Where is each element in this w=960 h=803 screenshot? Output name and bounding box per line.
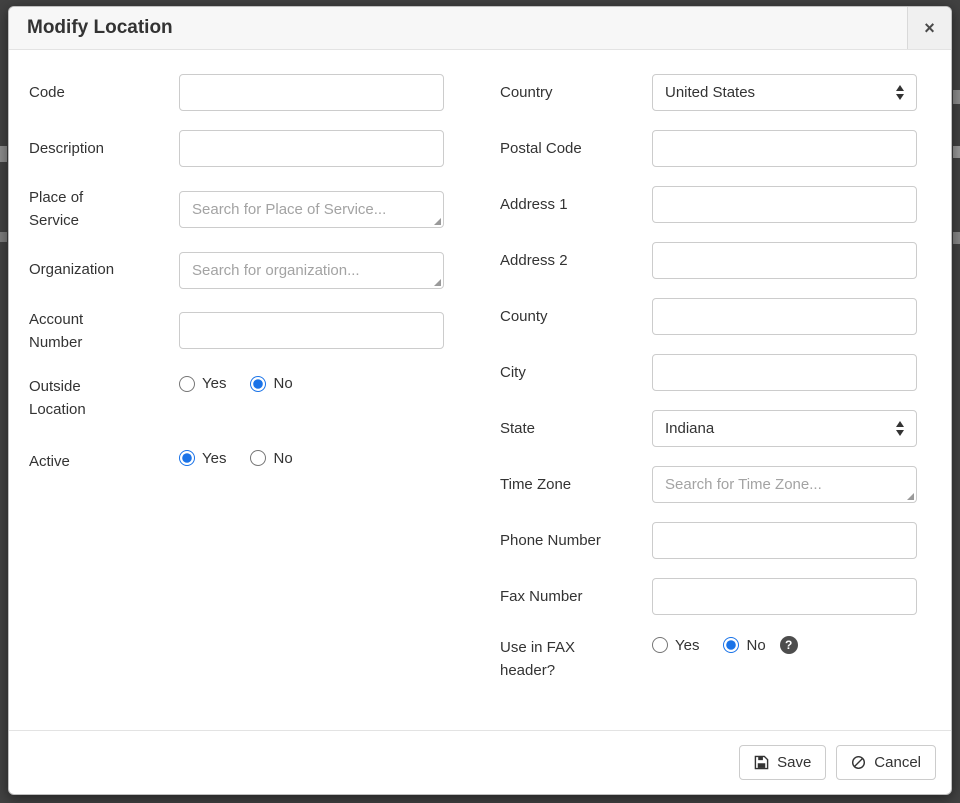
use-in-fax-header-yes-option[interactable]: Yes — [652, 637, 699, 654]
use-in-fax-header-radio-group: Yes No ? — [652, 636, 931, 654]
fax-number-input[interactable] — [652, 578, 917, 615]
organization-label: Organization — [29, 258, 134, 281]
time-zone-combobox — [652, 466, 917, 503]
active-no-option[interactable]: No — [250, 450, 292, 467]
postal-code-label: Postal Code — [500, 137, 626, 160]
field-row-active: Active Yes No — [29, 448, 460, 473]
outside-location-label: Outside Location — [29, 375, 134, 422]
county-input[interactable] — [652, 298, 917, 335]
field-row-phone-number: Phone Number — [500, 522, 931, 559]
country-select-value: United States — [665, 84, 755, 101]
field-row-account-number: Account Number — [29, 308, 460, 355]
form-column-right: Country United States Postal Code Addres… — [500, 74, 931, 709]
field-row-county: County — [500, 298, 931, 335]
account-number-input[interactable] — [179, 312, 444, 349]
field-row-description: Description — [29, 130, 460, 167]
updown-arrows-icon — [896, 421, 904, 436]
use-in-fax-header-no-label: No — [746, 637, 765, 654]
country-select[interactable]: United States — [652, 74, 917, 111]
background-page-fragment — [0, 232, 7, 242]
use-in-fax-header-no-option[interactable]: No — [723, 637, 765, 654]
county-label: County — [500, 305, 626, 328]
state-select-value: Indiana — [665, 420, 714, 437]
address1-label: Address 1 — [500, 193, 626, 216]
field-row-organization: Organization — [29, 252, 460, 289]
active-no-label: No — [273, 450, 292, 467]
dialog-header: Modify Location × — [9, 7, 951, 50]
field-row-postal-code: Postal Code — [500, 130, 931, 167]
field-row-state: State Indiana — [500, 410, 931, 447]
cancel-button-label: Cancel — [874, 754, 921, 771]
field-row-address1: Address 1 — [500, 186, 931, 223]
phone-number-input[interactable] — [652, 522, 917, 559]
code-label: Code — [29, 81, 134, 104]
dialog-title: Modify Location — [9, 7, 191, 49]
city-input[interactable] — [652, 354, 917, 391]
organization-combobox — [179, 252, 444, 289]
use-in-fax-header-label: Use in FAX header? — [500, 636, 626, 683]
time-zone-label: Time Zone — [500, 473, 626, 496]
field-row-code: Code — [29, 74, 460, 111]
background-page-fragment — [953, 232, 960, 244]
active-label: Active — [29, 450, 134, 473]
field-row-city: City — [500, 354, 931, 391]
country-label: Country — [500, 81, 626, 104]
description-input[interactable] — [179, 130, 444, 167]
place-of-service-combobox — [179, 191, 444, 228]
state-label: State — [500, 417, 626, 440]
cancel-button[interactable]: Cancel — [836, 745, 936, 780]
outside-location-no-radio[interactable] — [250, 376, 266, 392]
field-row-time-zone: Time Zone — [500, 466, 931, 503]
background-page-fragment — [953, 90, 960, 104]
fax-number-label: Fax Number — [500, 585, 626, 608]
dialog-footer: Save Cancel — [9, 730, 951, 794]
dialog-body: Code Description Place of Service Organi… — [9, 50, 951, 730]
active-no-radio[interactable] — [250, 450, 266, 466]
active-radio-group: Yes No — [179, 450, 460, 467]
form-column-left: Code Description Place of Service Organi… — [29, 74, 460, 709]
help-icon[interactable]: ? — [780, 636, 798, 654]
organization-search-input[interactable] — [179, 252, 444, 289]
outside-location-yes-radio[interactable] — [179, 376, 195, 392]
state-select[interactable]: Indiana — [652, 410, 917, 447]
field-row-outside-location: Outside Location Yes No — [29, 373, 460, 422]
cancel-slash-circle-icon — [851, 755, 866, 770]
active-yes-radio[interactable] — [179, 450, 195, 466]
field-row-country: Country United States — [500, 74, 931, 111]
field-row-address2: Address 2 — [500, 242, 931, 279]
postal-code-input[interactable] — [652, 130, 917, 167]
outside-location-yes-option[interactable]: Yes — [179, 375, 226, 392]
outside-location-no-option[interactable]: No — [250, 375, 292, 392]
field-row-place-of-service: Place of Service — [29, 186, 460, 233]
background-page-fragment — [0, 146, 7, 162]
active-yes-option[interactable]: Yes — [179, 450, 226, 467]
active-yes-label: Yes — [202, 450, 226, 467]
background-page-fragment — [953, 146, 960, 158]
address2-label: Address 2 — [500, 249, 626, 272]
outside-location-radio-group: Yes No — [179, 375, 460, 392]
use-in-fax-header-no-radio[interactable] — [723, 637, 739, 653]
place-of-service-search-input[interactable] — [179, 191, 444, 228]
use-in-fax-header-yes-label: Yes — [675, 637, 699, 654]
updown-arrows-icon — [896, 85, 904, 100]
field-row-use-in-fax-header: Use in FAX header? Yes No ? — [500, 634, 931, 683]
address1-input[interactable] — [652, 186, 917, 223]
close-icon[interactable]: × — [907, 7, 951, 49]
time-zone-search-input[interactable] — [652, 466, 917, 503]
outside-location-yes-label: Yes — [202, 375, 226, 392]
field-row-fax-number: Fax Number — [500, 578, 931, 615]
account-number-label: Account Number — [29, 308, 134, 355]
address2-input[interactable] — [652, 242, 917, 279]
modify-location-dialog: Modify Location × Code Description Place… — [8, 6, 952, 795]
use-in-fax-header-yes-radio[interactable] — [652, 637, 668, 653]
phone-number-label: Phone Number — [500, 529, 626, 552]
save-button-label: Save — [777, 754, 811, 771]
place-of-service-label: Place of Service — [29, 186, 134, 233]
outside-location-no-label: No — [273, 375, 292, 392]
description-label: Description — [29, 137, 134, 160]
save-button[interactable]: Save — [739, 745, 826, 780]
code-input[interactable] — [179, 74, 444, 111]
city-label: City — [500, 361, 626, 384]
save-floppy-icon — [754, 755, 769, 770]
